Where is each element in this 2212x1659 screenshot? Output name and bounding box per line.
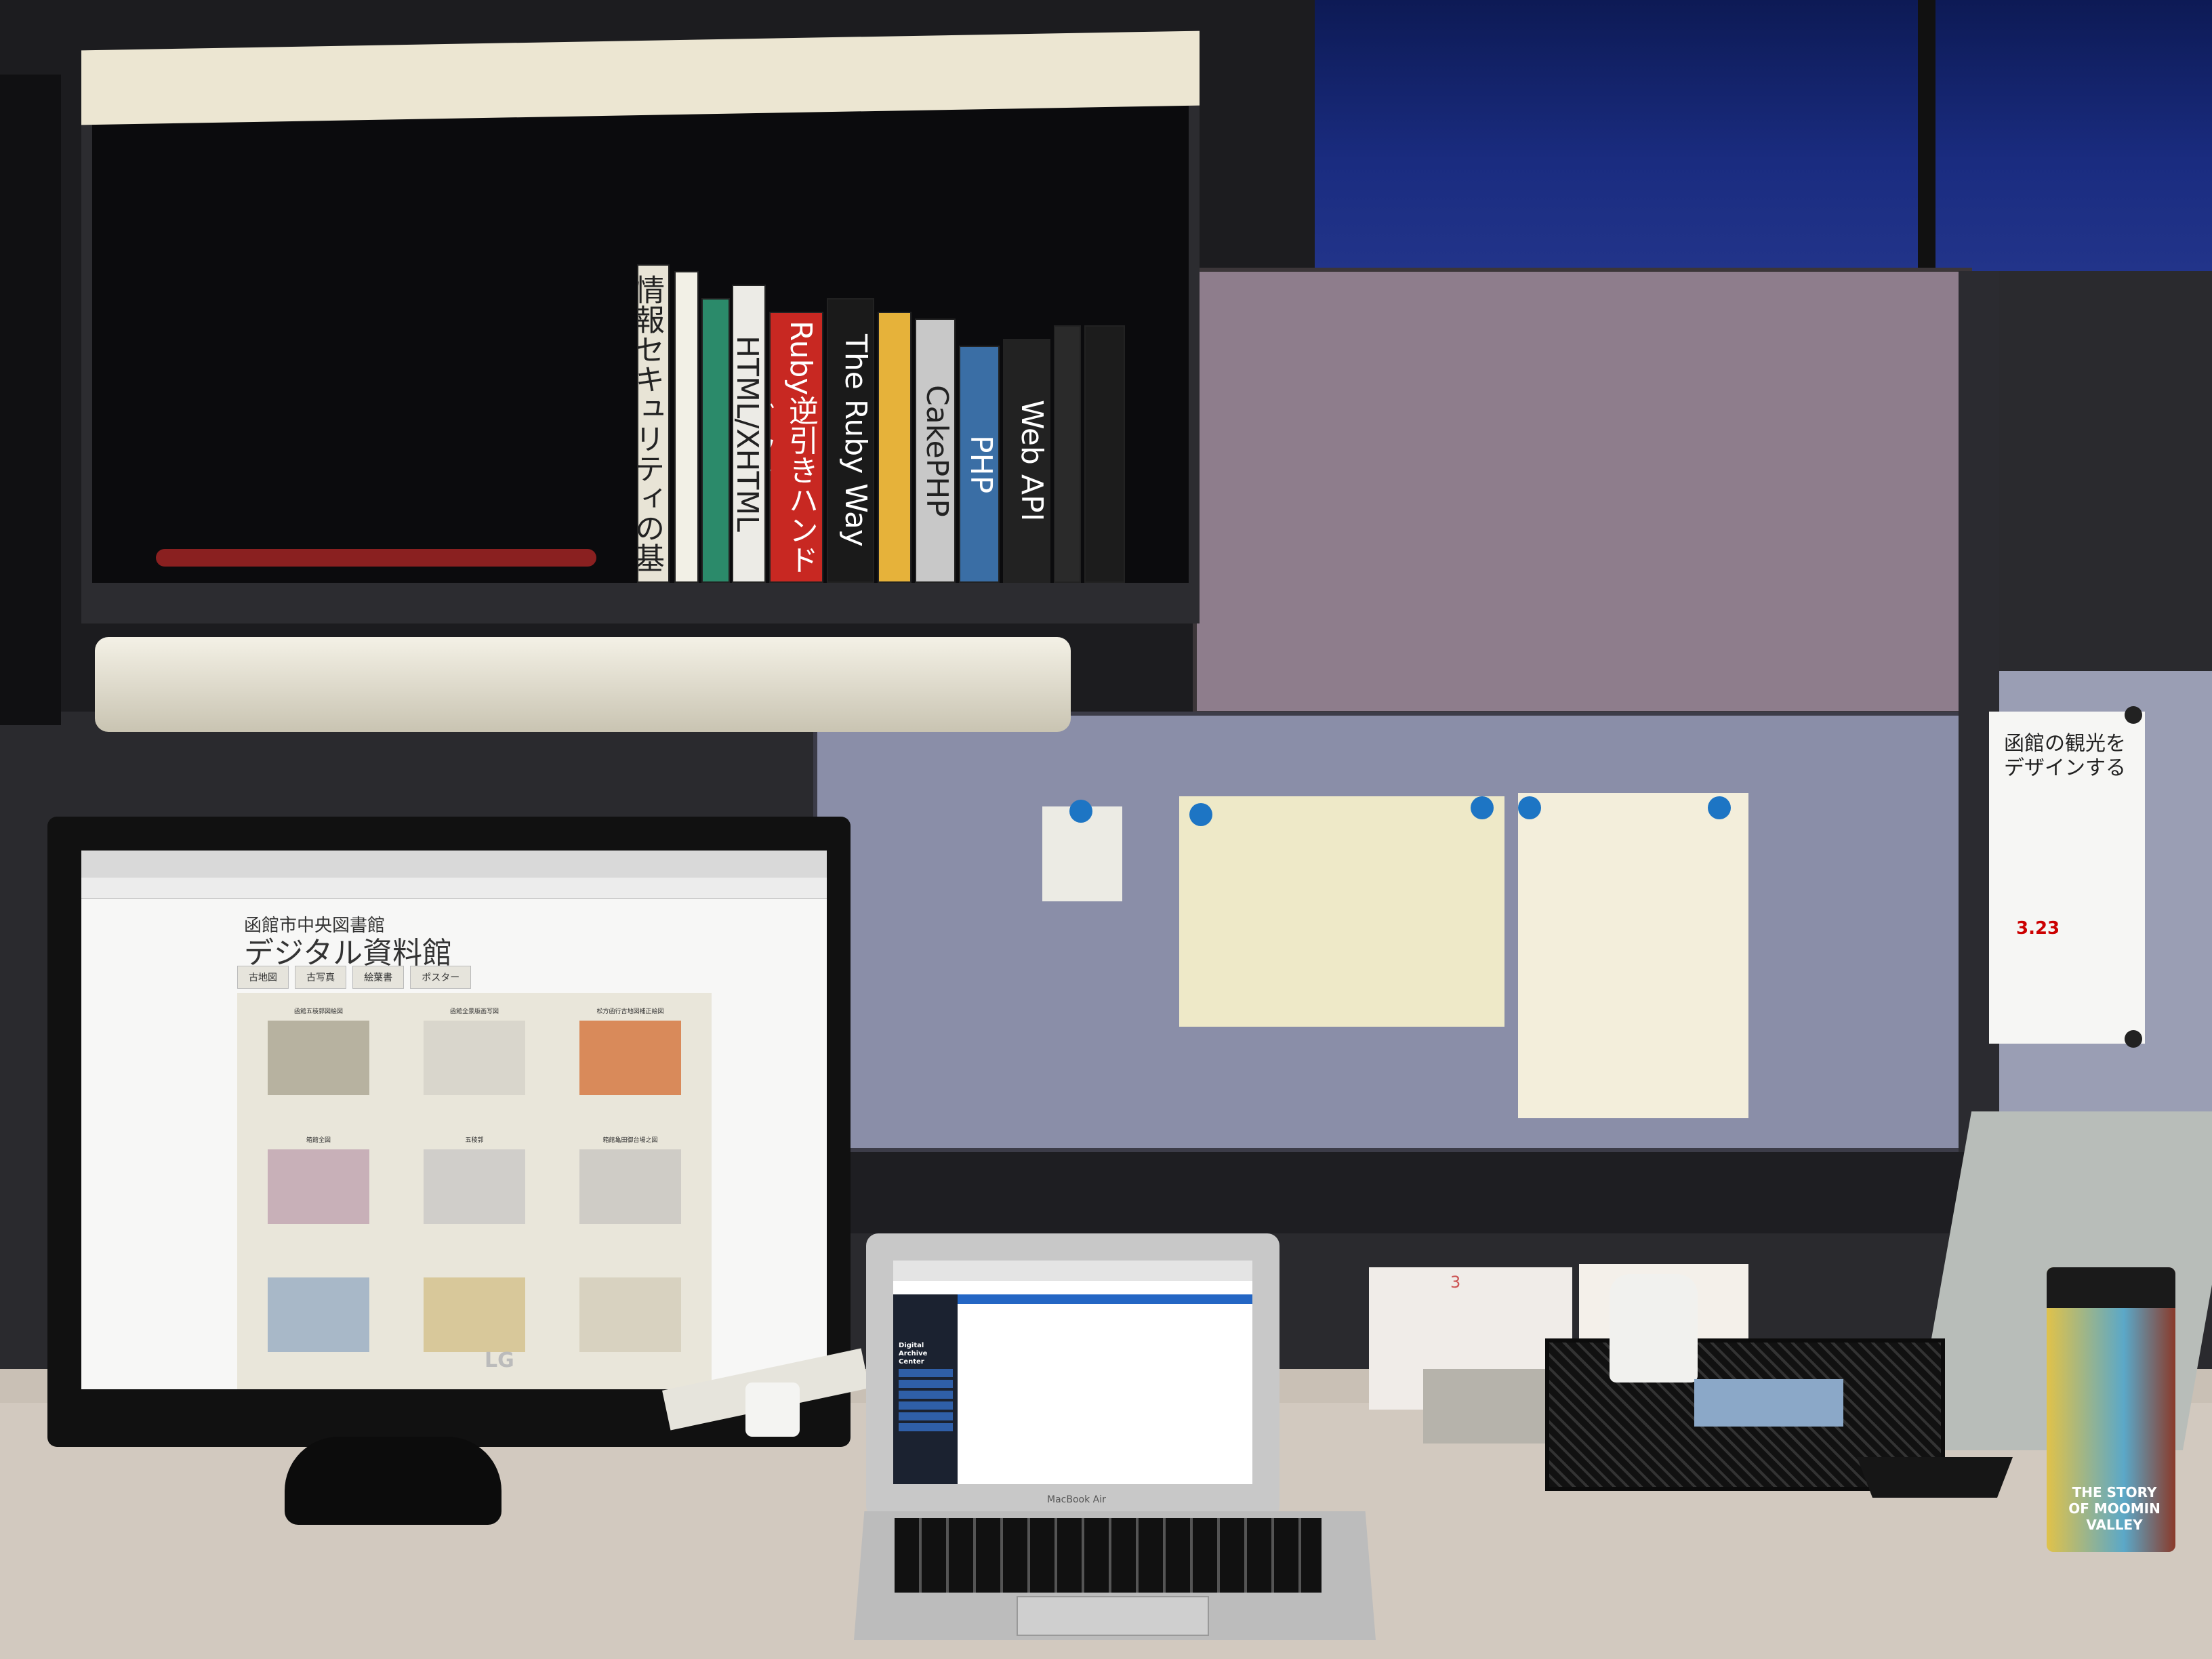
thumbnail[interactable]: 函館五稜郭図絵図 [251,1006,386,1128]
left-shelf [0,75,61,725]
thumbnail[interactable] [562,1264,698,1386]
notice-sheet [1518,793,1748,1118]
thumbnail-caption: 五稜郭 [465,1137,484,1144]
schedule-sheet [1179,796,1504,1027]
window-mullion [1918,0,1936,271]
book: Ruby逆引きハンドブック [769,312,823,583]
tack [2125,706,2142,724]
thumbnail-caption: 函館五稜郭図絵図 [293,1008,343,1015]
small-tray [1857,1457,2013,1498]
cubicle-panel-upper [1193,268,1972,715]
thumbnail-image [268,1021,369,1095]
thumbnail-caption: 函館全景版画写図 [449,1008,499,1015]
thumbnail-caption: 箱館亀田御台場之図 [602,1137,658,1144]
pushpin [1189,803,1212,826]
thumbnail[interactable]: 五稜郭 [407,1135,542,1257]
tumbler-text: THE STORY OF MOOMIN VALLEY [2068,1484,2160,1533]
laptop-trackpad [1017,1596,1209,1636]
browser-address-bar[interactable] [81,878,827,899]
tack [2125,1030,2142,1048]
blue-cloth [1694,1379,1843,1427]
nav-tab[interactable]: 絵葉書 [352,966,405,989]
tourism-poster: 函館の観光をデザインする 3.23 [1989,706,2145,1048]
nav-tab[interactable]: 古写真 [295,966,347,989]
book-row: 情報セキュリティの基礎 HTML/XHTML Ruby逆引きハンドブック The… [637,258,1152,583]
white-speaker [1610,1274,1698,1382]
book [1084,325,1125,583]
thumbnail-image [424,1277,525,1352]
thumbnail-image [424,1149,525,1224]
laptop-keyboard [895,1518,1322,1593]
desk-lamp [95,637,1071,732]
cable-rail [813,1152,1972,1233]
book: The Ruby Way [827,298,874,583]
thumbnail-image [268,1277,369,1352]
thumbnail[interactable] [251,1264,386,1386]
laptop-label: MacBook Air [1047,1494,1106,1505]
book: HTML/XHTML [732,285,766,583]
sidebar-item[interactable] [899,1369,953,1377]
sidebar-item[interactable] [899,1423,953,1431]
thumbnail-caption: 松方函行古地図補正絵図 [596,1008,664,1015]
sidebar-item[interactable] [899,1380,953,1388]
shelf-base [81,583,1200,623]
book [878,312,912,583]
thumbnail[interactable]: 函館全景版画写図 [407,1006,542,1128]
book: CakePHP [915,319,956,583]
book [1054,325,1081,583]
poster-date: 3.23 [2016,918,2060,939]
book: 情報セキュリティの基礎 [637,264,670,583]
pen [156,549,596,567]
pushpin [1708,796,1731,819]
thumbnail[interactable]: 松方函行古地図補正絵図 [562,1006,698,1128]
laptop-sidebar: Digital Archive Center [893,1294,958,1484]
laptop-browser-bar[interactable] [893,1261,1252,1281]
thumbnail[interactable]: 箱館全図 [251,1135,386,1257]
thumbnail-grid: 函館五稜郭図絵図 函館全景版画写図 松方函行古地図補正絵図 箱館全図 五稜郭 箱… [237,993,712,1389]
browser-tab-bar[interactable] [81,851,827,878]
sticky-note [1042,800,1122,901]
calendar-month: 3 [1450,1273,1461,1292]
nav-tab[interactable]: 古地図 [237,966,289,989]
sidebar-item[interactable] [899,1412,953,1420]
book: Web API [1003,339,1050,583]
thumbnail-image [268,1149,369,1224]
power-adapter [745,1382,800,1437]
tumbler-cap [2047,1267,2175,1308]
book [674,271,699,583]
sidebar-item[interactable] [899,1391,953,1399]
thumbnail[interactable]: 箱館亀田御台場之図 [562,1135,698,1257]
sidebar-title: Digital Archive Center [899,1342,928,1366]
thumbnail-image [424,1021,525,1095]
thumbnail-image [579,1149,681,1224]
book: PHP [959,346,1000,583]
pushpin [1518,796,1541,819]
network-hub [1423,1369,1559,1443]
site-nav: 古地図 古写真 絵葉書 ポスター [237,966,712,989]
laptop-screen: Digital Archive Center [893,1261,1252,1484]
monitor-screen: 函館市中央図書館 デジタル資料館 古地図 古写真 絵葉書 ポスター 函館五稜郭図… [81,851,827,1389]
sidebar-item[interactable] [899,1401,953,1410]
monitor-stand [285,1437,501,1525]
pushpin [1069,800,1092,823]
poster-title: 函館の観光をデザインする [2004,732,2126,780]
thumbnail[interactable] [407,1264,542,1386]
laptop-site-header [958,1294,1252,1304]
pushpin [1471,796,1494,819]
window-night-sky [1315,0,2212,271]
thumbnail-caption: 箱館全図 [306,1137,331,1144]
nav-tab[interactable]: ポスター [410,966,472,989]
book [701,298,730,583]
lg-logo: LG [485,1349,514,1372]
thumbnail-image [579,1021,681,1095]
thumbnail-image [579,1277,681,1352]
